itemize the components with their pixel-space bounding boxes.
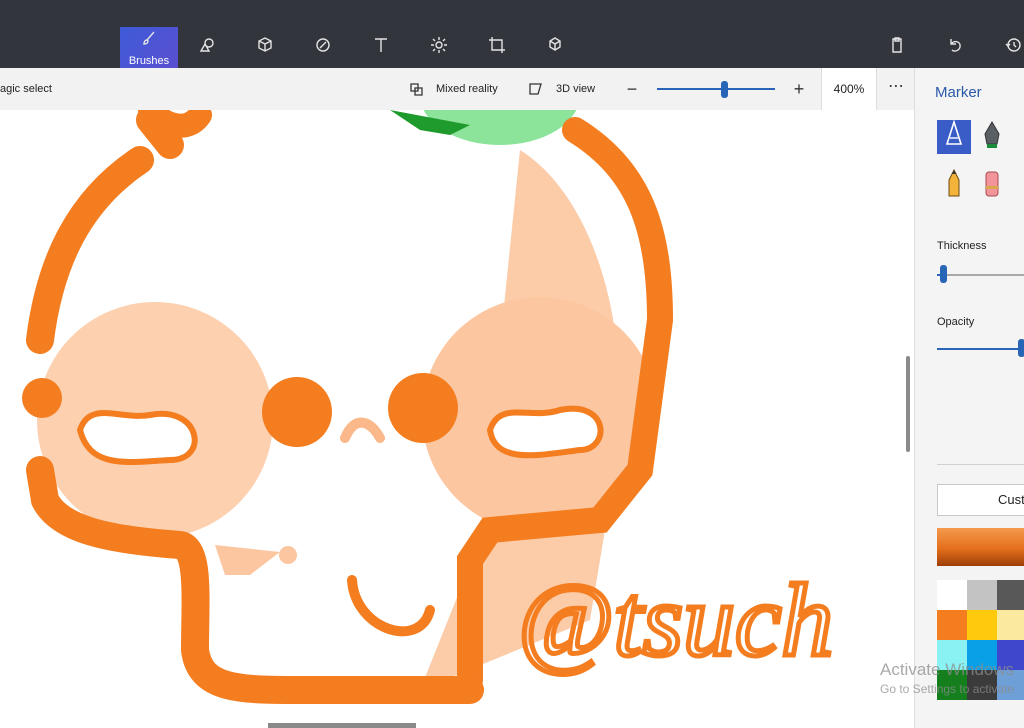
color-swatch[interactable]	[937, 610, 967, 640]
brushes-tool-label: Brushes	[128, 55, 170, 67]
canvas-artwork: @tsuch	[22, 110, 836, 704]
sticker-icon	[314, 36, 332, 59]
main-toolbar: Brushes	[0, 0, 1024, 68]
ear-dot	[22, 378, 62, 418]
text-icon	[372, 36, 390, 59]
text-tool[interactable]	[352, 27, 410, 68]
mixed-reality-icon	[408, 80, 426, 98]
clipboard-icon	[888, 36, 906, 59]
color-swatch[interactable]	[937, 580, 967, 610]
eraser-brush[interactable]	[975, 168, 1009, 202]
crop-tool[interactable]	[468, 27, 526, 68]
nose	[340, 417, 385, 443]
sun-icon	[430, 36, 448, 59]
calligraphy-pen-brush[interactable]	[975, 120, 1009, 154]
mouth	[347, 575, 435, 637]
color-swatch[interactable]	[967, 640, 997, 670]
right-eye	[388, 373, 458, 443]
command-bar: agic select Mixed reality 3D view − +	[0, 68, 914, 111]
opacity-slider-thumb[interactable]	[1018, 339, 1024, 357]
zoom-out-button[interactable]: −	[621, 78, 643, 100]
thickness-slider-thumb[interactable]	[939, 265, 947, 283]
brush-panel: Marker Thickness Opacity Cust	[914, 68, 1024, 728]
opacity-label: Opacity	[937, 316, 975, 328]
pen-nib-icon	[981, 120, 1003, 155]
3d-shapes-tool[interactable]	[236, 27, 294, 68]
opacity-slider-track[interactable]	[937, 348, 1021, 350]
thickness-slider-track[interactable]	[937, 274, 1024, 276]
drawing-canvas[interactable]: @tsuch	[0, 110, 914, 728]
3d-view-icon	[527, 80, 545, 98]
zoom-in-button[interactable]: +	[788, 78, 810, 100]
history-icon	[1004, 36, 1022, 59]
undo-icon	[946, 36, 964, 59]
shapes-icon	[198, 36, 216, 59]
oil-brush[interactable]	[1013, 120, 1024, 154]
pencil-brush[interactable]	[937, 168, 971, 202]
color-swatch[interactable]	[967, 580, 997, 610]
zoom-slider-track[interactable]	[657, 88, 775, 90]
zoom-value[interactable]: 400%	[821, 68, 877, 110]
color-swatch[interactable]	[967, 610, 997, 640]
more-options-button[interactable]: ⋯	[883, 68, 909, 110]
undo-button[interactable]	[926, 27, 984, 68]
canvas-vertical-scrollbar[interactable]	[906, 356, 910, 452]
magic-select-button[interactable]: agic select	[0, 68, 52, 110]
3d-library-tool[interactable]	[526, 27, 584, 68]
color-swatch[interactable]	[997, 670, 1024, 700]
panel-divider	[937, 464, 1024, 465]
color-swatch[interactable]	[937, 670, 967, 700]
chin-dot	[279, 546, 297, 564]
custom-color-button[interactable]: Cust	[937, 484, 1024, 516]
top-bump	[138, 110, 212, 138]
right-blush-mark	[486, 405, 604, 459]
crayon-brush[interactable]	[1013, 168, 1024, 202]
panel-title: Marker	[935, 84, 982, 101]
chin-shade	[215, 545, 280, 575]
2d-shapes-tool[interactable]	[178, 27, 236, 68]
canvas-horizontal-scrollbar[interactable]	[268, 723, 416, 728]
3d-library-icon	[546, 36, 564, 59]
signature-text: @tsuch	[518, 563, 833, 678]
color-swatch[interactable]	[997, 640, 1024, 670]
brushes-tool[interactable]: Brushes	[120, 27, 178, 68]
brush-icon	[140, 28, 158, 53]
paste-tool[interactable]	[868, 27, 926, 68]
left-blush-mark	[76, 410, 198, 465]
pencil-icon	[943, 168, 965, 203]
mixed-reality-button[interactable]: Mixed reality	[436, 68, 498, 110]
eraser-icon	[981, 168, 1003, 203]
3d-view-button[interactable]: 3D view	[556, 68, 595, 110]
zoom-slider-thumb[interactable]	[721, 81, 729, 98]
color-swatch[interactable]	[997, 610, 1024, 640]
history-button[interactable]	[984, 27, 1024, 68]
cube-icon	[256, 36, 274, 59]
effects-tool[interactable]	[410, 27, 468, 68]
color-swatch[interactable]	[937, 640, 967, 670]
marker-brush[interactable]	[937, 118, 971, 155]
marker-icon	[943, 118, 965, 155]
crop-icon	[488, 36, 506, 59]
stickers-tool[interactable]	[294, 27, 352, 68]
color-swatch[interactable]	[967, 670, 997, 700]
thickness-label: Thickness	[937, 240, 987, 252]
color-swatch[interactable]	[997, 580, 1024, 610]
left-eye	[262, 377, 332, 447]
current-color-swatch[interactable]	[937, 528, 1024, 566]
